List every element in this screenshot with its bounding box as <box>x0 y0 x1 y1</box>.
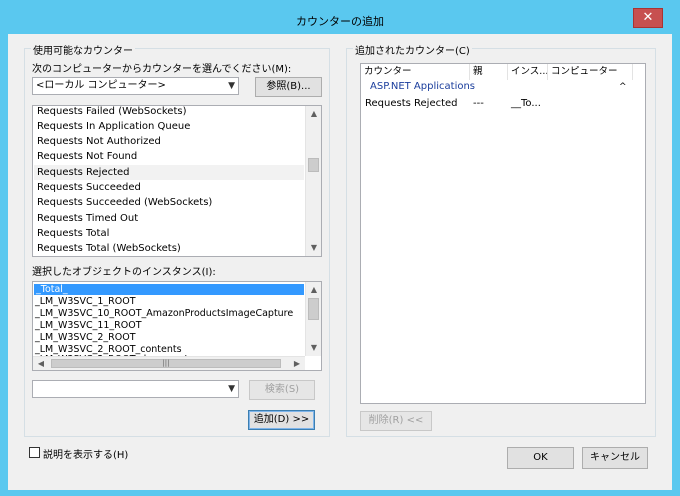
list-item[interactable]: Requests Not Authorized <box>37 134 161 149</box>
list-item[interactable]: Requests Rejected <box>34 165 304 180</box>
counter-list[interactable]: Requests Failed (WebSockets) Requests In… <box>32 105 322 257</box>
close-button[interactable]: ✕ <box>633 8 663 28</box>
show-description-checkbox[interactable] <box>29 447 40 458</box>
list-item[interactable]: _LM_W3SVC_2_ROOT <box>35 332 136 343</box>
ok-button[interactable]: OK <box>507 447 574 469</box>
table-row-counter[interactable]: Requests Rejected <box>365 98 458 109</box>
scroll-down-icon[interactable]: ▼ <box>306 240 321 256</box>
available-counters-title: 使用可能なカウンター <box>31 42 135 57</box>
list-item[interactable]: _LM_W3SVC_1_ROOT <box>35 296 136 307</box>
scroll-down-icon[interactable]: ▼ <box>306 340 321 356</box>
added-counters-list[interactable]: カウンター 親 インス... コンピューター ASP.NET Applicati… <box>360 63 646 404</box>
title-bar[interactable]: カウンターの追加 ✕ <box>0 0 680 34</box>
list-item[interactable]: Requests In Application Queue <box>37 119 190 134</box>
add-counters-window: カウンターの追加 ✕ 使用可能なカウンター 次のコンピューターからカウンターを選… <box>0 0 680 496</box>
instances-label: 選択したオブジェクトのインスタンス(I): <box>32 267 216 278</box>
search-input[interactable]: ▼ <box>32 380 239 398</box>
list-item[interactable]: Requests Total (WebSockets) <box>37 241 181 256</box>
dialog-client-area: 使用可能なカウンター 次のコンピューターからカウンターを選んでください(M): … <box>8 34 672 490</box>
instance-list-hscrollbar[interactable]: ◀ ||| ▶ <box>33 356 305 370</box>
column-header-computer[interactable]: コンピューター <box>548 64 633 80</box>
collapse-icon[interactable]: ^ <box>619 82 627 92</box>
show-description-label[interactable]: 説明を表示する(H) <box>43 446 128 461</box>
list-item[interactable]: Requests Total <box>37 226 109 241</box>
browse-button[interactable]: 参照(B)... <box>255 77 322 97</box>
column-header-counter[interactable]: カウンター <box>361 64 470 80</box>
table-row-parent: --- <box>473 98 484 109</box>
cancel-button[interactable]: キャンセル <box>582 447 648 469</box>
counter-list-scrollbar[interactable]: ▲ ▼ <box>305 106 321 256</box>
list-item[interactable]: Requests Not Found <box>37 149 137 164</box>
window-title: カウンターの追加 <box>296 15 384 28</box>
computer-select[interactable]: <ローカル コンピューター> ▼ <box>32 77 239 95</box>
column-header-instance[interactable]: インス... <box>508 64 548 80</box>
list-item[interactable]: _LM_W3SVC_10_ROOT_AmazonProductsImageCap… <box>35 308 293 319</box>
chevron-down-icon: ▼ <box>228 384 235 394</box>
computer-label: 次のコンピューターからカウンターを選んでください(M): <box>32 64 292 75</box>
add-button[interactable]: 追加(D) >> <box>248 410 315 430</box>
instance-list-scrollbar[interactable]: ▲ ▼ <box>305 282 321 356</box>
added-counters-title: 追加されたカウンター(C) <box>353 42 472 57</box>
search-button[interactable]: 検索(S) <box>249 380 315 400</box>
list-item[interactable]: _Total_ <box>34 284 304 295</box>
scroll-thumb[interactable] <box>308 298 319 320</box>
list-item[interactable]: _LM_W3SVC_11_ROOT <box>35 320 142 331</box>
scroll-up-icon[interactable]: ▲ <box>306 106 321 122</box>
chevron-down-icon: ▼ <box>228 81 235 91</box>
scroll-left-icon[interactable]: ◀ <box>33 357 49 370</box>
remove-button[interactable]: 削除(R) << <box>360 411 432 431</box>
list-item[interactable]: Requests Failed (WebSockets) <box>37 106 187 119</box>
instance-list[interactable]: _Total_ _LM_W3SVC_1_ROOT _LM_W3SVC_10_RO… <box>32 281 322 371</box>
available-counters-group: 使用可能なカウンター 次のコンピューターからカウンターを選んでください(M): … <box>24 42 330 437</box>
scroll-thumb[interactable] <box>308 158 319 172</box>
scroll-up-icon[interactable]: ▲ <box>306 282 321 298</box>
scroll-right-icon[interactable]: ▶ <box>289 357 305 370</box>
category-row[interactable]: ASP.NET Applications <box>370 81 475 92</box>
list-item[interactable]: Requests Succeeded (WebSockets) <box>37 195 212 210</box>
list-item[interactable]: Requests Timed Out <box>37 211 138 226</box>
close-icon: ✕ <box>642 10 654 25</box>
scroll-thumb[interactable]: ||| <box>51 359 281 368</box>
added-counters-group: 追加されたカウンター(C) カウンター 親 インス... コンピューター ASP… <box>346 42 656 437</box>
column-header-parent[interactable]: 親 <box>470 64 508 80</box>
computer-select-value: <ローカル コンピューター> <box>36 80 166 91</box>
list-item[interactable]: Requests Succeeded <box>37 180 141 195</box>
table-row-instance: __To... <box>511 98 541 109</box>
